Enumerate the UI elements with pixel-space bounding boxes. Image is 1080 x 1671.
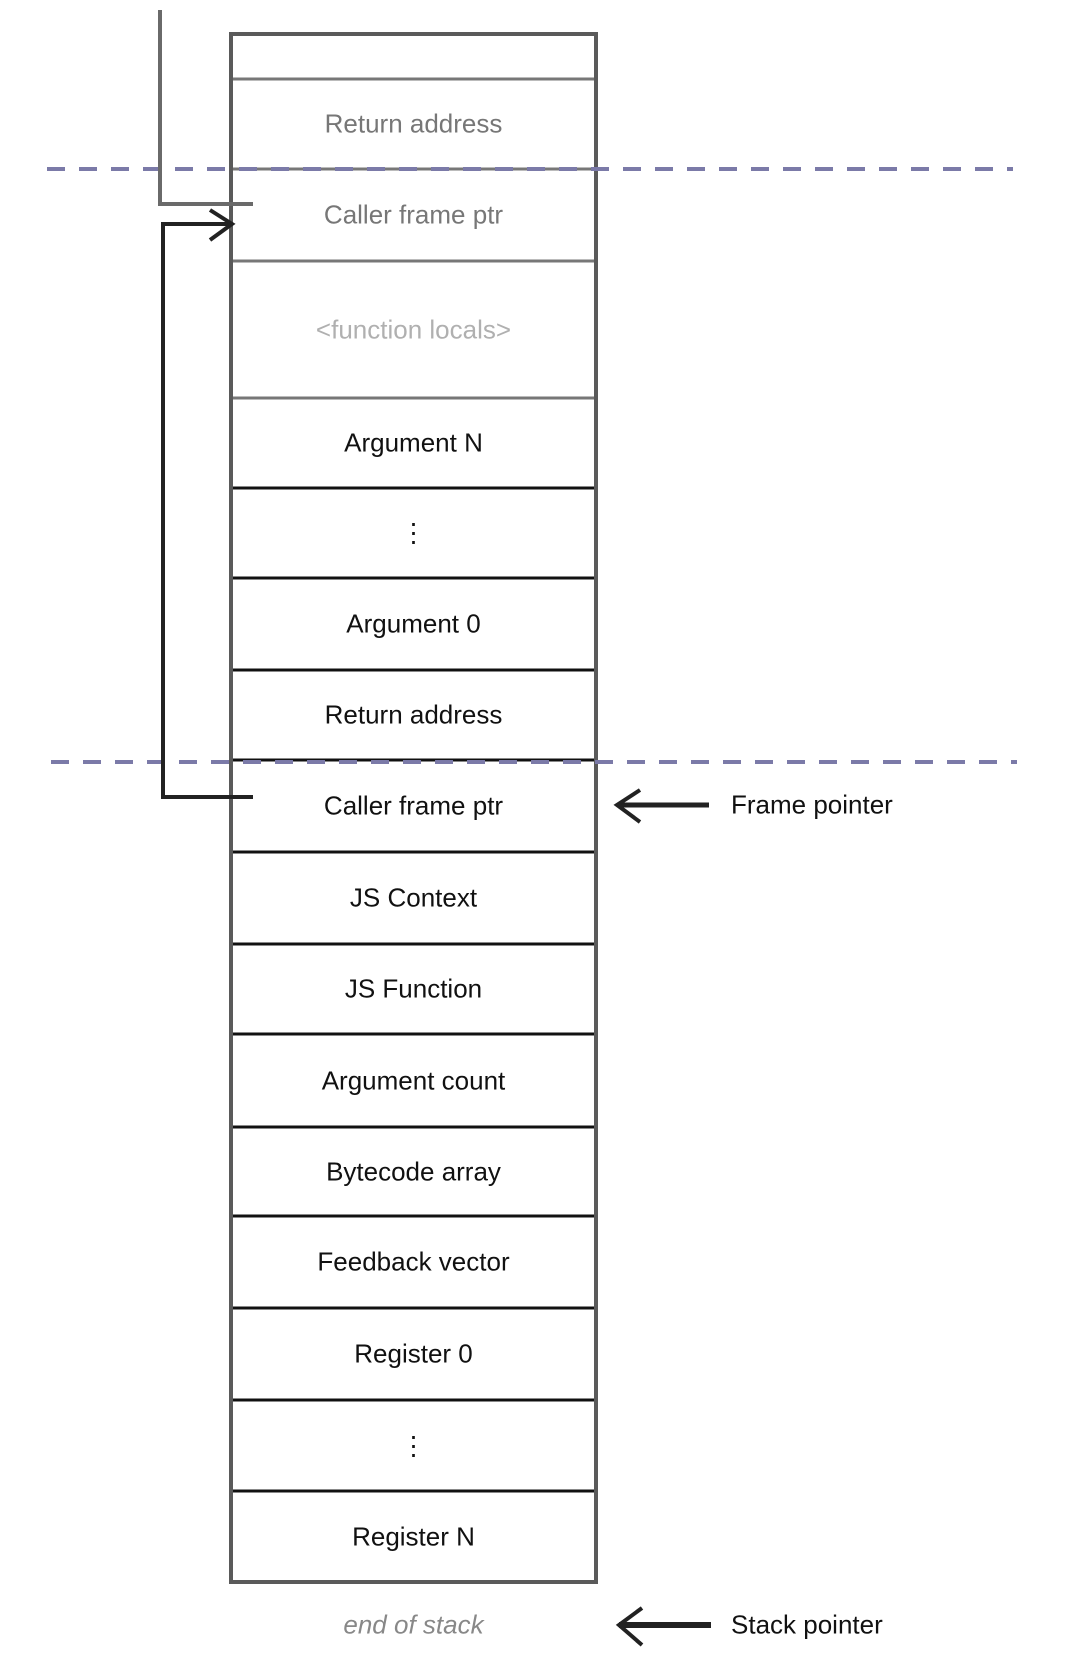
stack-slot: Feedback vector [317,1246,510,1277]
stack-diagram [47,10,1017,1647]
stack-slot: ⋮ [400,517,427,548]
stack-slot: Argument 0 [346,608,481,639]
stack-slot: Caller frame ptr [323,790,504,821]
stack-slot: Return address [324,699,503,730]
stack-slot: ⋮ [400,1430,427,1460]
end-of-stack-label: end of stack [343,1609,484,1640]
stack-slot: <function locals> [315,314,512,344]
stack-slot: Bytecode array [326,1156,501,1186]
stack-slot: Argument count [321,1065,506,1095]
stack-slot: Register 0 [354,1338,473,1369]
stack-slot: Return address [324,108,503,139]
stack-slot: Argument N [344,427,483,458]
stack-slot: Caller frame ptr [323,199,504,230]
stack-pointer-label: Stack pointer [731,1609,883,1640]
frame-pointer-label: Frame pointer [731,789,893,820]
caller-frame-link-grey [158,10,253,206]
stack-slot: Register N [352,1521,475,1551]
stack-slot: JS Function [344,973,483,1004]
stack-slot: JS Context [349,882,478,913]
